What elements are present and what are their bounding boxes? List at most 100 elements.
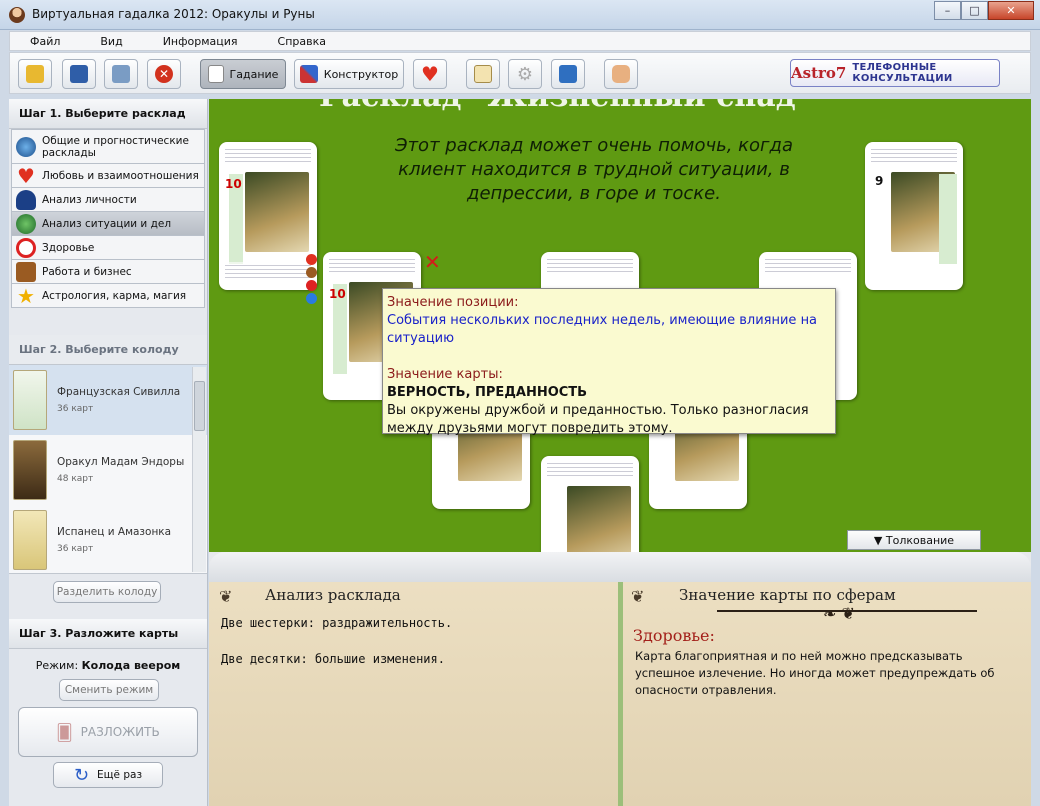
deal-label: РАЗЛОЖИТЬ [80, 725, 160, 739]
favorites-button[interactable]: ♥ [413, 59, 447, 89]
astro7-tagline: ТЕЛЕФОННЫЕ КОНСУЛЬТАЦИИ [852, 62, 953, 84]
flourish-icon: ❦ [219, 587, 233, 606]
maximize-button[interactable]: □ [961, 1, 988, 20]
card-rank: 10 [329, 287, 346, 301]
ornament-icon: ❧ ❦ [823, 604, 855, 623]
card-meaning-title: ВЕРНОСТЬ, ПРЕДАННОСТЬ [387, 385, 588, 400]
floppy-icon [70, 65, 88, 83]
open-button[interactable] [18, 59, 52, 89]
close-button[interactable]: ✕ [988, 1, 1034, 20]
analysis-title: Анализ расклада [265, 586, 401, 604]
medical-icon[interactable] [306, 280, 317, 291]
refresh-icon: ↻ [73, 764, 90, 786]
cancel-button[interactable]: ✕ [147, 59, 181, 89]
deck-list: Французская Сивилла 36 карт Оракул Мадам… [9, 364, 207, 574]
heart-icon[interactable] [306, 254, 317, 265]
like-button[interactable] [604, 59, 638, 89]
layout-astrology[interactable]: ★ Астрология, карма, магия [11, 284, 205, 308]
layout-work[interactable]: Работа и бизнес [11, 260, 205, 284]
deck-item[interactable]: Испанец и Амазонка 36 карт [9, 505, 207, 575]
sidebar: Шаг 1. Выберите расклад Общие и прогност… [9, 99, 208, 806]
constructor-label: Конструктор [323, 67, 399, 81]
step3-title: Шаг 3. Разложите карты [9, 619, 207, 649]
minimize-button[interactable]: – [934, 1, 961, 20]
card-rank: 9 [875, 174, 884, 188]
layout-label: Работа и бизнес [42, 265, 132, 278]
deck-item[interactable]: Оракул Мадам Эндоры 48 карт [9, 435, 207, 505]
deck-count: 36 карт [57, 544, 94, 554]
bottom-panels: ❦ Анализ расклада Две шестерки: раздражи… [209, 552, 1031, 806]
analysis-line: Две шестерки: раздражительность. [221, 616, 453, 630]
deal-button[interactable]: 🂠 РАЗЛОЖИТЬ [18, 707, 198, 757]
spheres-title: Значение карты по сферам [679, 586, 896, 604]
card-text [765, 256, 851, 274]
app-icon [9, 7, 25, 23]
again-button[interactable]: ↻ Ещё раз [53, 762, 163, 788]
deck-thumbnail [13, 510, 47, 570]
split-deck-button[interactable]: Разделить колоду [53, 581, 161, 603]
layout-situation[interactable]: Анализ ситуации и дел [11, 212, 205, 236]
deck-scrollbar[interactable] [192, 367, 206, 572]
menu-view[interactable]: Вид [80, 35, 142, 48]
divination-button[interactable]: Гадание [200, 59, 286, 89]
card-slot[interactable]: 10 [219, 142, 317, 290]
card-actions [306, 254, 318, 306]
deck-item[interactable]: Французская Сивилла 36 карт [9, 365, 207, 435]
card-strip [939, 174, 957, 264]
card-text [225, 262, 311, 280]
deck-thumbnail [13, 440, 47, 500]
card-text [547, 256, 633, 274]
astro7-consult-button[interactable]: Astro7 ТЕЛЕФОННЫЕ КОНСУЛЬТАЦИИ [790, 59, 1000, 87]
interpretation-button[interactable]: ▼ Толкование [847, 530, 981, 550]
bottom-header [209, 552, 1031, 582]
window-titlebar: Виртуальная гадалка 2012: Оракулы и Руны… [0, 0, 1040, 30]
menu-info[interactable]: Информация [143, 35, 258, 48]
change-mode-button[interactable]: Сменить режим [59, 679, 159, 701]
scroll-thumb[interactable] [194, 381, 205, 431]
step1-title: Шаг 1. Выберите расклад [9, 99, 207, 129]
astro7-logo: Astro7 [791, 64, 847, 82]
card-text [871, 146, 957, 164]
layout-personality[interactable]: Анализ личности [11, 188, 205, 212]
constructor-button[interactable]: Конструктор [294, 59, 404, 89]
card-slot[interactable]: 9 [865, 142, 963, 290]
mode-row: Режим: Колода веером [9, 659, 207, 672]
globe-icon [16, 136, 36, 157]
fullscreen-button[interactable] [551, 59, 585, 89]
printer-icon [112, 65, 130, 83]
layout-label: Анализ ситуации и дел [42, 217, 172, 230]
deck-name: Оракул Мадам Эндоры [57, 456, 185, 468]
menu-file[interactable]: Файл [10, 35, 80, 48]
book-button[interactable] [466, 59, 500, 89]
person-icon [16, 189, 36, 210]
info-icon[interactable] [306, 293, 317, 304]
print-button[interactable] [104, 59, 138, 89]
layout-health[interactable]: Здоровье [11, 236, 205, 260]
sphere-title: Здоровье: [633, 626, 715, 645]
menu-bar: Файл Вид Информация Справка [9, 31, 1031, 51]
layout-love[interactable]: ♥ Любовь и взаимоотношения [11, 164, 205, 188]
folder-icon [26, 65, 44, 83]
mode-label: Режим: [35, 659, 79, 672]
layout-general[interactable]: Общие и прогностические расклады [11, 129, 205, 164]
remove-card-icon[interactable]: ✕ [424, 250, 441, 274]
card-rank: 10 [225, 177, 242, 191]
card-text [329, 256, 415, 274]
deck-name: Испанец и Амазонка [57, 526, 172, 538]
heart-icon: ♥ [421, 62, 439, 86]
layout-label: Здоровье [42, 241, 95, 254]
card-text [547, 460, 633, 478]
card-slot[interactable] [541, 456, 639, 552]
layout-label: Общие и прогностические расклады [42, 134, 189, 159]
menu-help[interactable]: Справка [258, 35, 346, 48]
briefcase-icon[interactable] [306, 267, 317, 278]
settings-button[interactable]: ⚙ [508, 59, 542, 89]
card-meaning-label: Значение карты: [387, 367, 503, 382]
save-button[interactable] [62, 59, 96, 89]
card-illustration [567, 486, 631, 552]
cancel-icon: ✕ [155, 65, 173, 83]
again-label: Ещё раз [97, 769, 143, 781]
divination-label: Гадание [229, 67, 279, 81]
analysis-panel: ❦ Анализ расклада Две шестерки: раздражи… [209, 582, 618, 806]
tools-icon [299, 65, 318, 83]
